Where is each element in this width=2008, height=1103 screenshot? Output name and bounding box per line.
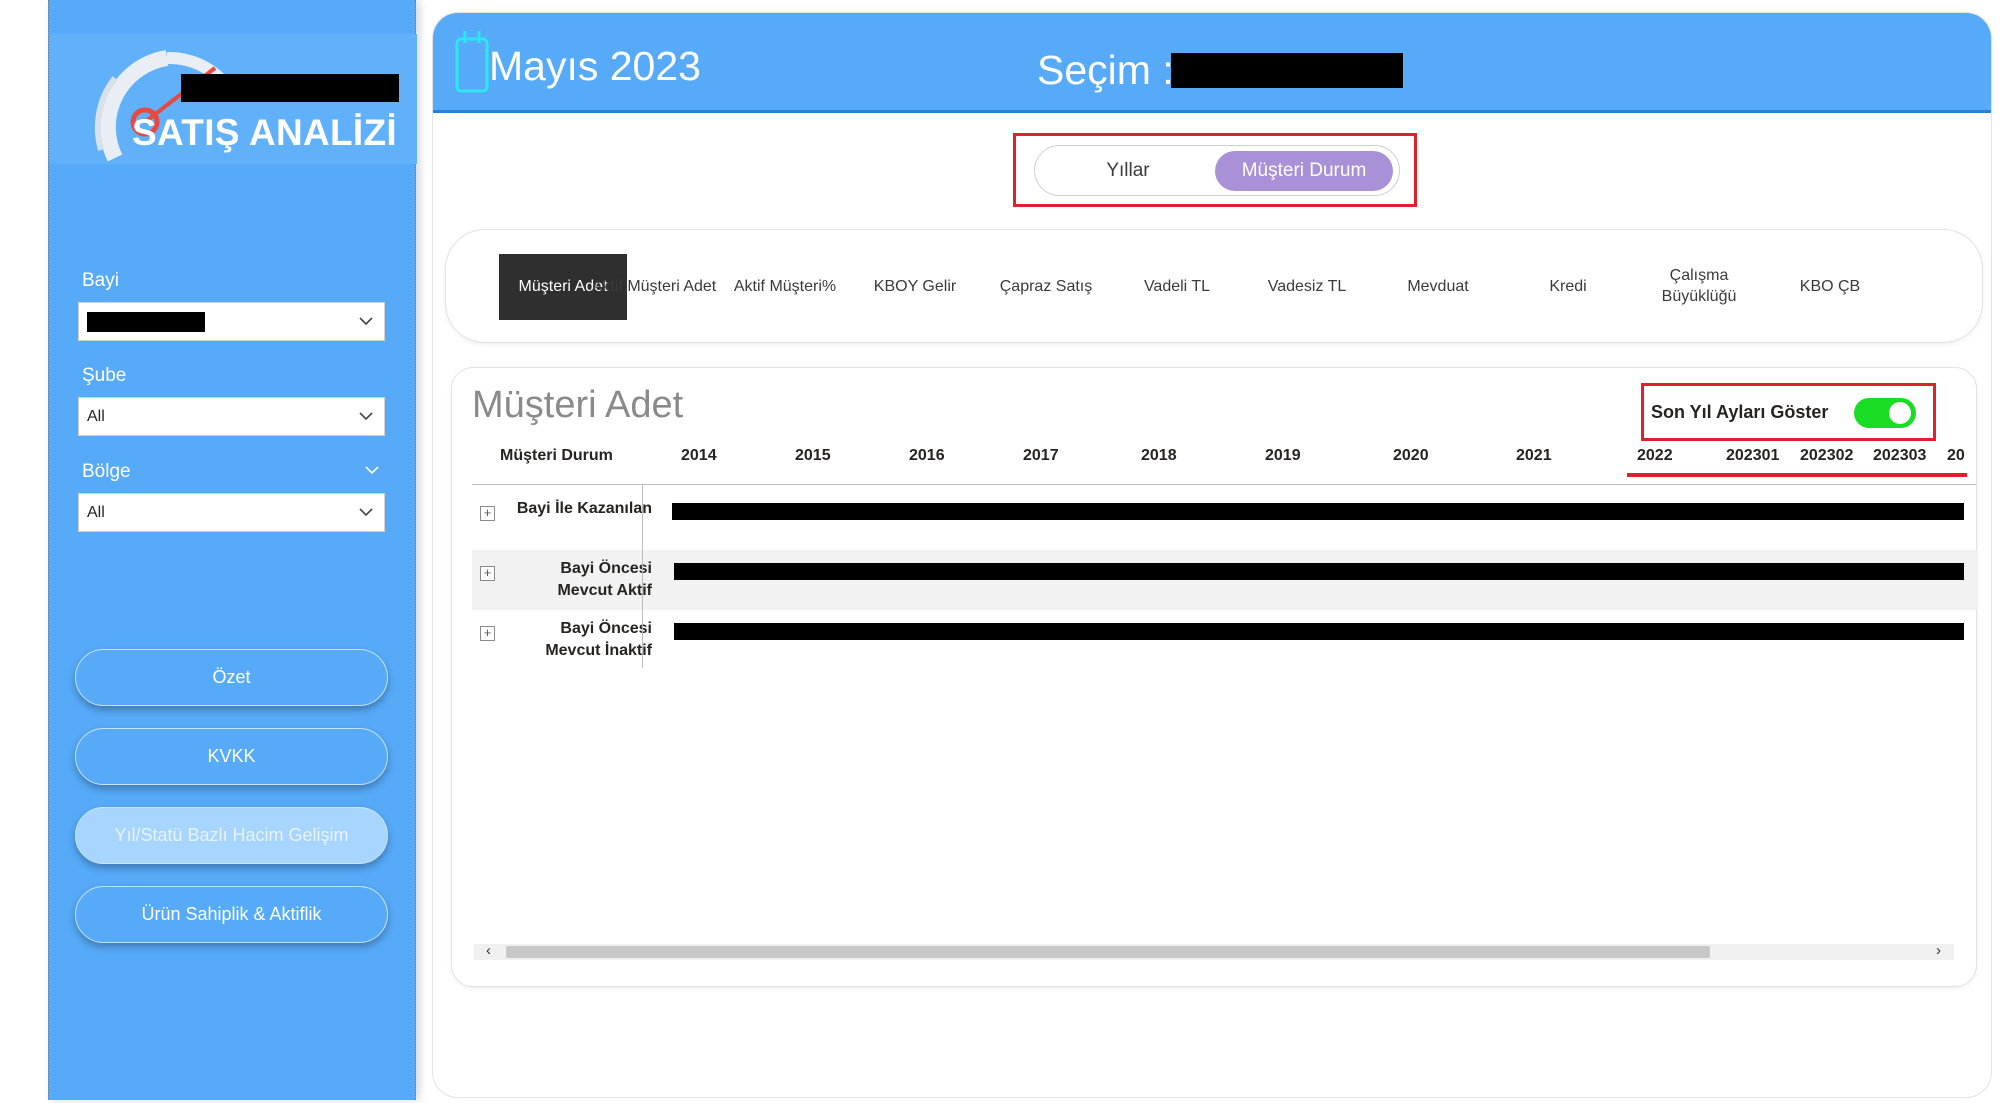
matrix-title: Müşteri Adet	[472, 384, 684, 426]
selection-value-redacted	[1171, 53, 1403, 88]
metric-tab-mevduat[interactable]: Mevduat	[1374, 254, 1502, 320]
row-label: Bayi İle Kazanılan	[516, 500, 652, 517]
son-yil-switch-highlight: Son Yıl Ayları Göster	[1641, 383, 1936, 441]
column-header-clipped-text: 20	[1947, 447, 1965, 464]
scroll-right-icon[interactable]: ›	[1936, 942, 1941, 959]
month-columns-highlight	[1627, 473, 1967, 477]
column-header[interactable]: 2020	[1393, 447, 1429, 465]
metric-tab-kboy-gelir[interactable]: KBOY Gelir	[851, 254, 979, 320]
report-date: Mayıs 2023	[489, 43, 701, 89]
main-panel: Mayıs 2023 Seçim : Yıllar Müşteri Durum …	[432, 12, 1992, 1098]
chevron-down-icon	[359, 508, 373, 517]
expand-row-icon[interactable]: +	[480, 506, 495, 521]
chevron-down-icon	[359, 412, 373, 421]
sube-label: Şube	[82, 365, 127, 386]
column-header[interactable]: 2015	[795, 447, 831, 465]
toggle-option-musteri-durum[interactable]: Müşteri Durum	[1215, 151, 1393, 191]
bolge-label: Bölge	[82, 461, 131, 482]
metric-tab-calisma-buyuklugu[interactable]: Çalışma Büyüklüğü	[1635, 254, 1763, 320]
toggle-option-yillar[interactable]: Yıllar	[1039, 151, 1217, 191]
selection-label: Seçim :	[1037, 47, 1174, 93]
metric-tab-bar: Müşteri Adet Aktif Müşteri Adet Aktif Mü…	[445, 229, 1983, 343]
metric-tab-vadesiz-tl[interactable]: Vadesiz TL	[1243, 254, 1371, 320]
table-row: + Bayi İle Kazanılan	[472, 490, 1978, 550]
metric-tab-vadeli-tl[interactable]: Vadeli TL	[1113, 254, 1241, 320]
row-header-musteri-durum[interactable]: Müşteri Durum	[500, 447, 613, 465]
calendar-icon	[455, 31, 489, 93]
expand-row-icon[interactable]: +	[480, 566, 495, 581]
bolge-collapse-chevron-icon[interactable]	[364, 464, 380, 476]
metric-tab-aktif-musteri-yuzde[interactable]: Aktif Müşteri%	[721, 254, 849, 320]
row-values-redacted	[672, 503, 1964, 520]
nav-button-hacim-gelisim[interactable]: Yıl/Statü Bazlı Hacim Gelişim	[75, 807, 388, 864]
row-label: Bayi Öncesi Mevcut İnaktif	[545, 620, 652, 660]
view-toggle: Yıllar Müşteri Durum	[1034, 145, 1400, 196]
bolge-dropdown[interactable]: All	[78, 493, 385, 532]
column-header[interactable]: 2019	[1265, 447, 1301, 465]
scroll-left-icon[interactable]: ‹	[486, 942, 491, 959]
row-values-redacted	[674, 563, 1964, 580]
metric-tab-aktif-musteri-adet[interactable]: Aktif Müşteri Adet	[590, 254, 718, 320]
column-header[interactable]: 202303	[1873, 447, 1926, 465]
table-row: + Bayi Öncesi Mevcut İnaktif	[472, 610, 1978, 670]
sidebar: SATIŞ ANALİZİ Bayi Şube All Bölge All Öz…	[48, 0, 417, 1100]
bayi-label: Bayi	[82, 270, 119, 291]
metric-tab-kbo-cb[interactable]: KBO ÇB	[1766, 254, 1894, 320]
matrix-card: Müşteri Adet Son Yıl Ayları Göster Müşte…	[451, 367, 1978, 987]
toggle-knob	[1889, 402, 1911, 424]
column-header[interactable]: 202301	[1726, 447, 1779, 465]
column-header[interactable]: 2017	[1023, 447, 1059, 465]
column-header-clipped[interactable]: 20	[1947, 438, 1973, 472]
column-header[interactable]: 2021	[1516, 447, 1552, 465]
header-bar: Mayıs 2023 Seçim :	[433, 13, 1991, 113]
nav-button-urun-sahiplik[interactable]: Ürün Sahiplik & Aktiflik	[75, 886, 388, 943]
nav-button-kvkk[interactable]: KVKK	[75, 728, 388, 785]
son-yil-aylari-toggle[interactable]	[1854, 398, 1916, 428]
table-row: + Bayi Öncesi Mevcut Aktif	[472, 550, 1978, 610]
row-values-redacted	[674, 623, 1964, 640]
column-header[interactable]: 2018	[1141, 447, 1177, 465]
horizontal-scrollbar[interactable]: ‹ ›	[474, 942, 1954, 960]
bayi-dropdown[interactable]	[78, 302, 385, 341]
bayi-value-redacted	[87, 311, 205, 332]
sube-dropdown[interactable]: All	[78, 397, 385, 436]
app-title: SATIŞ ANALİZİ	[132, 112, 397, 153]
chevron-down-icon	[359, 317, 373, 326]
view-toggle-highlight: Yıllar Müşteri Durum	[1013, 133, 1417, 207]
scrollbar-thumb[interactable]	[506, 946, 1710, 958]
logo-block: SATIŞ ANALİZİ	[49, 34, 417, 164]
column-header[interactable]: 2016	[909, 447, 945, 465]
header-divider	[472, 484, 1976, 485]
expand-row-icon[interactable]: +	[480, 626, 495, 641]
row-label: Bayi Öncesi Mevcut Aktif	[557, 560, 652, 600]
column-header[interactable]: 2014	[681, 447, 717, 465]
row-header-divider	[642, 484, 643, 668]
nav-button-ozet[interactable]: Özet	[75, 649, 388, 706]
column-header[interactable]: 202302	[1800, 447, 1853, 465]
sube-value: All	[87, 407, 105, 425]
metric-tab-capraz-satis[interactable]: Çapraz Satış	[982, 254, 1110, 320]
bolge-value: All	[87, 503, 105, 521]
company-name-redacted	[181, 74, 399, 102]
column-header[interactable]: 2022	[1637, 447, 1673, 465]
metric-tab-kredi[interactable]: Kredi	[1504, 254, 1632, 320]
son-yil-switch-label: Son Yıl Ayları Göster	[1651, 402, 1829, 422]
